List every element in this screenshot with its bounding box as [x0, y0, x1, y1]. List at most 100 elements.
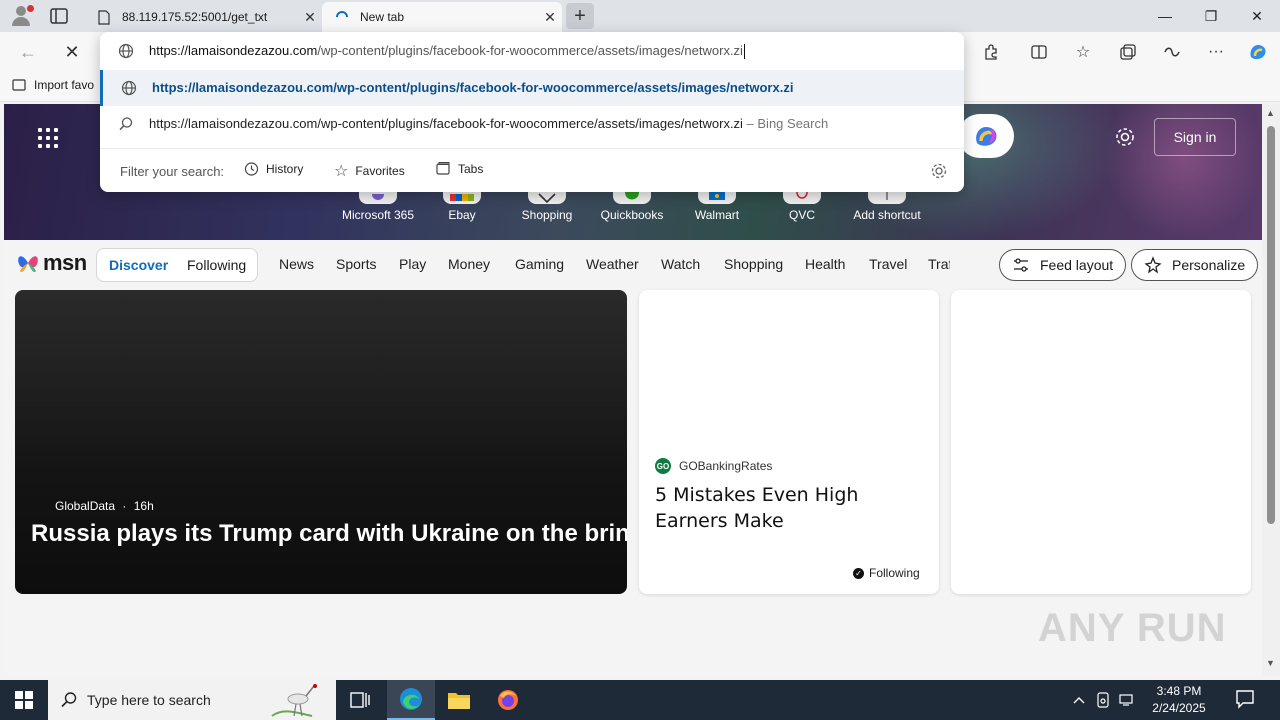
- address-bar-dropdown: https://lamaisondezazou.com/wp-content/p…: [100, 32, 964, 192]
- nav-play[interactable]: Play: [399, 256, 426, 272]
- nav-watch[interactable]: Watch: [661, 256, 700, 272]
- nav-weather[interactable]: Weather: [586, 256, 639, 272]
- sign-in-button[interactable]: Sign in: [1154, 118, 1236, 156]
- feed-layout-button[interactable]: Feed layout: [999, 249, 1127, 281]
- tray-device-icon[interactable]: [1092, 680, 1114, 720]
- tab-get-txt[interactable]: 88.119.175.52:5001/get_txt ✕: [84, 2, 322, 32]
- start-button[interactable]: [0, 680, 48, 720]
- filter-history-button[interactable]: History: [243, 161, 303, 177]
- shortcut-label: Shopping: [521, 208, 573, 222]
- close-tab-icon[interactable]: ✕: [298, 9, 322, 26]
- show-hidden-icons-button[interactable]: [1068, 680, 1090, 720]
- network-icon[interactable]: [1116, 680, 1138, 720]
- personalize-button[interactable]: Personalize: [1131, 249, 1259, 281]
- back-button[interactable]: ←: [14, 38, 42, 66]
- nav-sports[interactable]: Sports: [336, 256, 376, 272]
- following-badge[interactable]: ✓ Following: [853, 566, 920, 580]
- nav-health[interactable]: Health: [805, 256, 845, 272]
- import-favorites-button[interactable]: Import favo: [12, 78, 94, 92]
- tab-new-tab[interactable]: New tab ✕: [322, 2, 562, 32]
- bing-search-suffix: – Bing Search: [742, 116, 829, 131]
- msn-butterfly-icon: [18, 256, 38, 273]
- suggestion-bing-search[interactable]: https://lamaisondezazou.com/wp-content/p…: [100, 106, 964, 142]
- news-card-medium[interactable]: GO GOBankingRates 5 Mistakes Even High E…: [639, 290, 939, 594]
- split-screen-icon[interactable]: [1024, 38, 1054, 66]
- sparkle-star-icon: [1144, 256, 1162, 274]
- nav-money[interactable]: Money: [448, 256, 490, 272]
- settings-gear-icon[interactable]: [930, 162, 948, 183]
- notifications-icon[interactable]: [1234, 688, 1256, 715]
- filter-history-label: History: [266, 162, 304, 176]
- copilot-button[interactable]: [958, 114, 1014, 158]
- task-view-button[interactable]: [336, 680, 384, 720]
- close-window-button[interactable]: ✕: [1234, 0, 1280, 32]
- app-launcher-icon[interactable]: [38, 128, 58, 148]
- msn-logo[interactable]: msn: [16, 250, 87, 276]
- close-tab-icon[interactable]: ✕: [538, 9, 562, 26]
- following-label: Following: [869, 566, 920, 580]
- search-icon: [60, 691, 78, 714]
- taskbar-clock[interactable]: 3:48 PM 2/24/2025: [1138, 683, 1220, 717]
- taskbar-file-explorer[interactable]: [435, 680, 483, 720]
- card-age: 16h: [133, 499, 154, 513]
- profile-icon[interactable]: [8, 4, 34, 28]
- card-headline[interactable]: 5 Mistakes Even High Earners Make: [655, 482, 931, 534]
- search-filter-row: Filter your search: History ☆ Favorites …: [100, 148, 964, 192]
- card-source: GlobalData · 16h: [55, 499, 154, 513]
- more-options-icon[interactable]: ···: [1201, 38, 1231, 66]
- taskbar-edge[interactable]: [387, 680, 435, 720]
- stop-loading-button[interactable]: ✕: [58, 38, 86, 66]
- tab-discover[interactable]: Discover: [109, 257, 168, 273]
- globe-icon: [118, 43, 134, 64]
- address-bar-input[interactable]: https://lamaisondezazou.com/wp-content/p…: [100, 32, 964, 70]
- edge-icon: [400, 688, 422, 710]
- chevron-up-icon: [1073, 697, 1085, 704]
- loading-spinner-icon: [334, 9, 350, 25]
- filter-tabs-button[interactable]: Tabs: [435, 161, 483, 177]
- anyrun-watermark: ANY RUN: [1038, 606, 1227, 651]
- nav-travel[interactable]: Travel: [869, 256, 907, 272]
- page-scrollbar[interactable]: ▲ ▼: [1262, 104, 1280, 676]
- taskbar-search-box[interactable]: Type here to search: [48, 680, 336, 720]
- copilot-icon[interactable]: [1243, 38, 1273, 66]
- minimize-button[interactable]: —: [1142, 0, 1188, 32]
- favorites-star-icon[interactable]: ☆: [1068, 38, 1098, 66]
- windows-logo-icon: [15, 691, 33, 709]
- suggestion-url[interactable]: https://lamaisondezazou.com/wp-content/p…: [100, 70, 964, 106]
- card-headline[interactable]: Russia plays its Trump card with Ukraine…: [31, 520, 627, 548]
- tab-actions-icon[interactable]: [48, 6, 72, 26]
- copilot-icon: [976, 127, 997, 146]
- news-card-large[interactable]: GlobalData · 16h Russia plays its Trump …: [15, 290, 627, 594]
- filter-favorites-button[interactable]: ☆ Favorites: [334, 161, 405, 181]
- scroll-up-arrow-icon[interactable]: ▲: [1266, 108, 1275, 118]
- clock-time: 3:48 PM: [1156, 684, 1202, 698]
- new-tab-button[interactable]: +: [566, 3, 594, 29]
- tab-title: 88.119.175.52:5001/get_txt: [122, 10, 268, 24]
- collections-icon[interactable]: [1113, 38, 1143, 66]
- history-icon: [244, 162, 259, 176]
- filter-favorites-label: Favorites: [355, 164, 405, 178]
- shortcut-label: Add shortcut: [853, 208, 921, 222]
- taskbar-firefox[interactable]: [484, 680, 532, 720]
- extensions-icon[interactable]: [976, 38, 1006, 66]
- tab-following[interactable]: Following: [187, 257, 246, 273]
- url-path: /wp-content/plugins/facebook-for-woocomm…: [317, 43, 743, 58]
- maximize-button[interactable]: ❐: [1188, 0, 1234, 32]
- feed-tab-group: Discover Following: [96, 248, 258, 282]
- scrollbar-thumb[interactable]: [1267, 126, 1275, 524]
- msn-nav-bar: msn Discover Following News Sports Play …: [4, 240, 1262, 290]
- import-icon: [12, 79, 26, 91]
- personalize-label: Personalize: [1172, 257, 1246, 273]
- shortcut-label: Quickbooks: [600, 208, 664, 222]
- star-icon: ☆: [334, 163, 349, 180]
- nav-news[interactable]: News: [279, 256, 314, 272]
- browser-essentials-icon[interactable]: [1157, 38, 1187, 66]
- news-card-placeholder: [951, 290, 1251, 594]
- clock-date: 2/24/2025: [1152, 701, 1206, 715]
- scroll-down-arrow-icon[interactable]: ▼: [1266, 658, 1275, 668]
- shortcut-label: QVC: [788, 208, 815, 222]
- page-settings-gear-icon[interactable]: [1114, 126, 1136, 153]
- nav-traffic[interactable]: Traffic: [928, 256, 950, 272]
- nav-gaming[interactable]: Gaming: [515, 256, 564, 272]
- nav-shopping[interactable]: Shopping: [724, 256, 783, 272]
